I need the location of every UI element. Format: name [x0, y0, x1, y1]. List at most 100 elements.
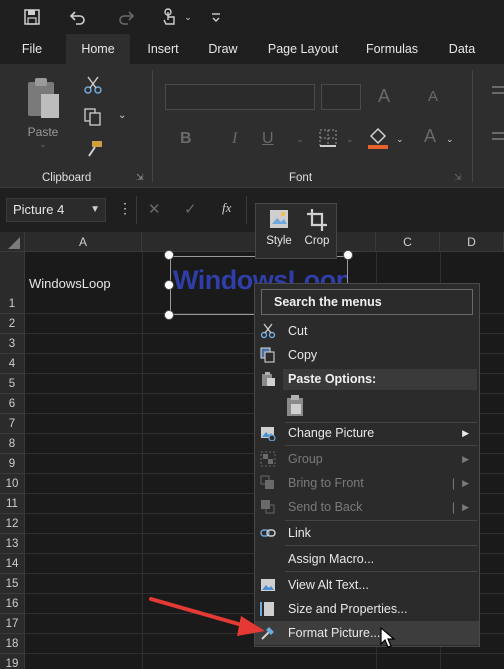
group-icon: [260, 451, 276, 467]
shrink-font-icon[interactable]: A: [428, 88, 438, 105]
enter-icon[interactable]: ✓: [184, 200, 197, 218]
cut-icon[interactable]: [84, 76, 102, 97]
copy-icon[interactable]: [84, 108, 102, 129]
underline-icon[interactable]: U: [262, 130, 274, 148]
cut-icon: [260, 323, 276, 339]
fill-color-icon[interactable]: [367, 126, 389, 153]
divider: |: [451, 500, 455, 514]
align-top-icon[interactable]: [492, 86, 504, 88]
tab-page-layout[interactable]: Page Layout: [258, 34, 348, 64]
bold-icon[interactable]: B: [180, 130, 192, 148]
row-header-10[interactable]: 10: [0, 474, 25, 494]
undo-icon[interactable]: [66, 5, 90, 29]
row-header-5[interactable]: 5: [0, 374, 25, 394]
align-left-icon[interactable]: [492, 132, 504, 134]
align-top-icon-line: [492, 92, 504, 94]
more-options-icon[interactable]: ⋮: [118, 200, 132, 217]
cell-a1[interactable]: WindowsLoop: [29, 276, 111, 291]
crop-icon: [307, 209, 327, 231]
menu-search-input[interactable]: Search the menus: [261, 289, 473, 315]
row-header-6[interactable]: 6: [0, 394, 25, 414]
menu-item-bring-to-front[interactable]: Bring to Front | ▶: [255, 471, 479, 495]
column-header-d[interactable]: D: [440, 232, 504, 252]
row-header-18[interactable]: 18: [0, 634, 25, 654]
row-header-4[interactable]: 4: [0, 354, 25, 374]
format-painter-icon[interactable]: [86, 140, 104, 161]
chevron-down-icon[interactable]: ⌄: [346, 134, 354, 145]
menu-item-view-alt-text[interactable]: View Alt Text...: [255, 573, 479, 597]
menu-item-label: Assign Macro...: [288, 552, 375, 566]
row-header-2[interactable]: 2: [0, 314, 25, 334]
row-header-14[interactable]: 14: [0, 554, 25, 574]
row-header-1[interactable]: 1: [0, 252, 25, 314]
row-header-19[interactable]: 19: [0, 654, 25, 669]
font-name-combo[interactable]: [165, 84, 315, 110]
menu-item-cut[interactable]: Cut: [255, 319, 479, 343]
tab-data[interactable]: Data: [440, 34, 484, 64]
chevron-down-icon[interactable]: ⌄: [296, 134, 304, 145]
chevron-down-icon[interactable]: ⌄: [118, 110, 126, 121]
chevron-down-icon[interactable]: ⌄: [446, 134, 454, 145]
row-header-13[interactable]: 13: [0, 534, 25, 554]
column-header-c[interactable]: C: [376, 232, 440, 252]
paste-option-picture-icon[interactable]: [285, 394, 307, 421]
send-to-back-icon: [260, 499, 276, 515]
divider: |: [451, 476, 455, 490]
row-header-3[interactable]: 3: [0, 334, 25, 354]
row-header-7[interactable]: 7: [0, 414, 25, 434]
resize-handle[interactable]: [164, 250, 174, 260]
font-size-combo[interactable]: [321, 84, 361, 110]
menu-item-group[interactable]: Group ▶: [255, 447, 479, 471]
row-header-9[interactable]: 9: [0, 454, 25, 474]
chevron-down-icon[interactable]: ▼: [90, 199, 100, 221]
menu-item-assign-macro[interactable]: Assign Macro...: [255, 547, 479, 571]
ribbon: Paste ⌄ ⌄ Clipboard ⇲ A A B I U ⌄ ⌄ ⌄ A …: [0, 64, 504, 188]
chevron-down-icon[interactable]: ⌄: [396, 134, 404, 145]
tab-insert[interactable]: Insert: [138, 34, 188, 64]
resize-handle[interactable]: [343, 250, 353, 260]
menu-item-label: Link: [288, 526, 311, 540]
insert-function-icon[interactable]: fx: [222, 200, 231, 216]
tab-formulas[interactable]: Formulas: [358, 34, 426, 64]
dialog-launcher-icon[interactable]: ⇲: [136, 172, 144, 183]
customize-qat-icon[interactable]: [204, 5, 228, 29]
menu-item-size-and-properties[interactable]: Size and Properties...: [255, 597, 479, 621]
row-header-12[interactable]: 12: [0, 514, 25, 534]
dialog-launcher-icon[interactable]: ⇲: [454, 172, 462, 183]
style-label: Style: [266, 235, 292, 247]
name-box[interactable]: Picture 4 ▼: [6, 198, 106, 222]
resize-handle[interactable]: [164, 280, 174, 290]
menu-item-link[interactable]: Link: [255, 521, 479, 545]
italic-icon[interactable]: I: [232, 130, 237, 148]
borders-icon[interactable]: [318, 128, 338, 151]
row-header-17[interactable]: 17: [0, 614, 25, 634]
style-button[interactable]: Style: [261, 208, 297, 256]
font-color-icon[interactable]: A: [424, 126, 436, 147]
quick-access-toolbar: ⌄: [0, 0, 504, 34]
menu-item-change-picture[interactable]: Change Picture ▶: [255, 421, 479, 445]
chevron-down-icon[interactable]: ⌄: [176, 5, 200, 29]
resize-handle[interactable]: [164, 310, 174, 320]
select-all-corner[interactable]: [0, 232, 25, 252]
column-header-a[interactable]: A: [25, 232, 142, 252]
save-icon[interactable]: [20, 5, 44, 29]
paste-button[interactable]: Paste ⌄: [20, 76, 66, 149]
menu-item-label: View Alt Text...: [288, 578, 369, 592]
chevron-down-icon: ⌄: [39, 139, 47, 149]
cancel-icon[interactable]: ✕: [148, 200, 161, 218]
grid-line: [25, 653, 504, 654]
row-header-15[interactable]: 15: [0, 574, 25, 594]
row-header-8[interactable]: 8: [0, 434, 25, 454]
row-header-11[interactable]: 11: [0, 494, 25, 514]
tab-draw[interactable]: Draw: [200, 34, 246, 64]
menu-item-send-to-back[interactable]: Send to Back | ▶: [255, 495, 479, 519]
menu-item-copy[interactable]: Copy: [255, 343, 479, 367]
tab-home[interactable]: Home: [66, 34, 130, 64]
link-icon: [260, 525, 276, 541]
menu-item-format-picture[interactable]: Format Picture...: [255, 621, 479, 645]
row-header-16[interactable]: 16: [0, 594, 25, 614]
crop-button[interactable]: Crop: [299, 208, 335, 256]
redo-icon[interactable]: [114, 5, 138, 29]
tab-file[interactable]: File: [12, 34, 52, 64]
grow-font-icon[interactable]: A: [378, 86, 390, 107]
